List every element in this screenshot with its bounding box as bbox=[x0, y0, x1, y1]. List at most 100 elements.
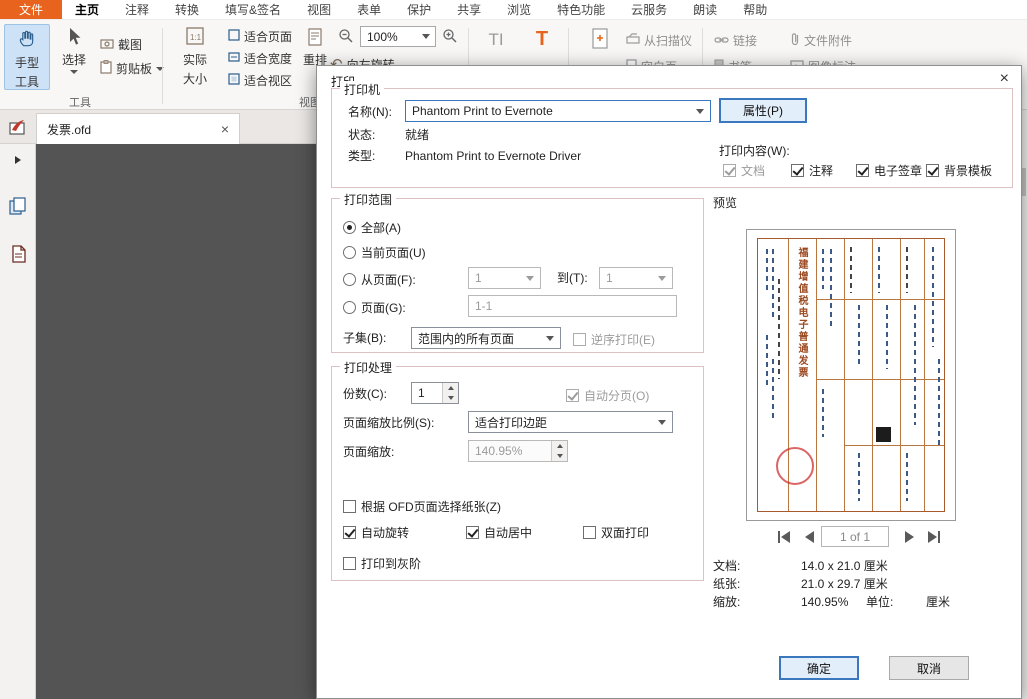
properties-button[interactable]: 属性(P) bbox=[719, 98, 807, 123]
fit-page-button[interactable]: 适合页面 bbox=[228, 28, 292, 45]
copies-spinner[interactable]: 1 bbox=[411, 382, 459, 404]
camera-icon bbox=[100, 37, 114, 52]
link-button[interactable]: 链接 bbox=[714, 32, 757, 49]
tab-form[interactable]: 表单 bbox=[344, 0, 394, 19]
tab-home[interactable]: 主页 bbox=[62, 0, 112, 19]
tab-comment[interactable]: 注释 bbox=[112, 0, 162, 19]
select-tool-button[interactable]: 选择 bbox=[54, 26, 94, 96]
radio-all-pages[interactable]: 全部(A) bbox=[343, 219, 401, 236]
page-scaling-combo[interactable]: 适合打印边距 bbox=[468, 411, 673, 433]
checkbox-background-template-box[interactable] bbox=[926, 164, 939, 177]
attachments-panel-icon[interactable] bbox=[6, 242, 30, 266]
tab-close-icon[interactable]: × bbox=[221, 121, 229, 137]
from-scanner-button[interactable]: 从扫描仪 bbox=[626, 32, 692, 49]
checkbox-duplex-box[interactable] bbox=[583, 526, 596, 539]
checkbox-auto-center[interactable]: 自动居中 bbox=[466, 524, 532, 541]
radio-all-circle[interactable] bbox=[343, 221, 356, 234]
tab-protect[interactable]: 保护 bbox=[394, 0, 444, 19]
checkbox-esignature-box[interactable] bbox=[856, 164, 869, 177]
signature-pen-icon[interactable] bbox=[6, 115, 30, 139]
checkbox-annotations-box[interactable] bbox=[791, 164, 804, 177]
dialog-close-icon[interactable]: × bbox=[1000, 70, 1009, 88]
checkbox-duplex[interactable]: 双面打印 bbox=[583, 524, 649, 541]
hand-tool-label2: 工具 bbox=[15, 73, 39, 90]
document-tab-title: 发票.ofd bbox=[47, 121, 221, 138]
radio-from-circle[interactable] bbox=[343, 273, 356, 286]
checkbox-annotations[interactable]: 注释 bbox=[791, 162, 833, 179]
checkbox-document-label: 文档 bbox=[741, 162, 765, 179]
tab-features[interactable]: 特色功能 bbox=[544, 0, 618, 19]
pages-range-input[interactable] bbox=[468, 295, 677, 317]
copies-spinner-arrows[interactable] bbox=[442, 383, 458, 403]
printer-combo-chevron[interactable] bbox=[696, 109, 704, 114]
last-page-button[interactable] bbox=[924, 528, 944, 546]
subset-chevron[interactable] bbox=[546, 336, 554, 341]
document-tab[interactable]: 发票.ofd × bbox=[36, 113, 240, 144]
hand-tool-button[interactable]: 手型 工具 bbox=[4, 24, 50, 90]
invoice-text-column bbox=[858, 305, 860, 365]
ok-button[interactable]: 确定 bbox=[779, 656, 859, 680]
radio-pages-circle[interactable] bbox=[343, 301, 356, 314]
radio-current-page[interactable]: 当前页面(U) bbox=[343, 244, 426, 261]
select-dropdown-caret[interactable] bbox=[70, 70, 78, 74]
page-scaling-chevron[interactable] bbox=[658, 420, 666, 425]
tab-read-aloud[interactable]: 朗读 bbox=[680, 0, 730, 19]
checkbox-grayscale[interactable]: 打印到灰阶 bbox=[343, 555, 421, 572]
tab-convert[interactable]: 转换 bbox=[162, 0, 212, 19]
checkbox-background-template[interactable]: 背景模板 bbox=[926, 162, 992, 179]
fit-width-button[interactable]: 适合宽度 bbox=[228, 50, 292, 67]
checkbox-auto-rotate-box[interactable] bbox=[343, 526, 356, 539]
tab-share[interactable]: 共享 bbox=[444, 0, 494, 19]
screenshot-button[interactable]: 截图 bbox=[100, 36, 142, 53]
tab-fill-sign[interactable]: 填写&签名 bbox=[212, 0, 294, 19]
paper-size-value: 21.0 x 29.7 厘米 bbox=[801, 577, 888, 591]
fit-visible-button[interactable]: 适合视区 bbox=[228, 72, 292, 89]
next-page-button[interactable] bbox=[899, 528, 919, 546]
printer-status-label: 状态: bbox=[348, 128, 375, 142]
tab-cloud[interactable]: 云服务 bbox=[618, 0, 680, 19]
paperclip-icon bbox=[790, 32, 800, 49]
panel-expander-icon[interactable] bbox=[6, 148, 30, 172]
zoom-combo-chevron[interactable] bbox=[422, 34, 430, 39]
radio-from-page[interactable]: 从页面(F): bbox=[343, 271, 416, 288]
tab-view[interactable]: 视图 bbox=[294, 0, 344, 19]
checkbox-document-box bbox=[723, 164, 736, 177]
tab-help[interactable]: 帮助 bbox=[730, 0, 780, 19]
preview-legend: 预览 bbox=[713, 196, 737, 210]
printer-name-combo[interactable]: Phantom Print to Evernote bbox=[405, 100, 711, 122]
zoom-out-button[interactable] bbox=[338, 28, 354, 47]
checkbox-esignature[interactable]: 电子签章 bbox=[856, 162, 922, 179]
svg-text:1:1: 1:1 bbox=[190, 33, 202, 42]
checkbox-paper-by-page-box[interactable] bbox=[343, 500, 356, 513]
zoom-in-icon bbox=[442, 28, 458, 47]
tab-browse[interactable]: 浏览 bbox=[494, 0, 544, 19]
zoom-level-combo[interactable]: 100% bbox=[360, 26, 436, 47]
file-attachment-button[interactable]: 文件附件 bbox=[790, 32, 852, 49]
invoice-text-column bbox=[906, 453, 908, 501]
checkbox-auto-center-box[interactable] bbox=[466, 526, 479, 539]
previous-page-button[interactable] bbox=[799, 528, 819, 546]
cursor-icon bbox=[65, 26, 83, 49]
from-page-value: 1 bbox=[475, 271, 482, 285]
radio-current-circle[interactable] bbox=[343, 246, 356, 259]
actual-size-label: 实际 bbox=[183, 51, 207, 68]
page-zoom-spinner-arrows bbox=[551, 441, 567, 461]
file-menu-button[interactable]: 文件 bbox=[0, 0, 62, 19]
subset-combo[interactable]: 范围内的所有页面 bbox=[411, 327, 561, 349]
checkbox-paper-by-page[interactable]: 根据 OFD页面选择纸张(Z) bbox=[343, 498, 501, 515]
invoice-text-column bbox=[830, 249, 832, 329]
actual-size-label2: 大小 bbox=[183, 70, 207, 87]
ribbon-section-tools: 工具 bbox=[20, 94, 140, 110]
cancel-button[interactable]: 取消 bbox=[889, 656, 969, 680]
actual-size-button[interactable]: 1:1 实际 大小 bbox=[172, 26, 218, 98]
page-scaling-value: 适合打印边距 bbox=[475, 414, 547, 431]
first-page-button[interactable] bbox=[774, 528, 794, 546]
invoice-text-column bbox=[850, 247, 852, 293]
clipboard-button[interactable]: 剪贴板 bbox=[100, 60, 164, 77]
checkbox-grayscale-box[interactable] bbox=[343, 557, 356, 570]
radio-pages[interactable]: 页面(G): bbox=[343, 299, 406, 316]
checkbox-auto-rotate[interactable]: 自动旋转 bbox=[343, 524, 409, 541]
zoom-in-button[interactable] bbox=[442, 28, 458, 47]
pages-panel-icon[interactable] bbox=[6, 194, 30, 218]
unit-label: 单位: bbox=[866, 595, 893, 609]
